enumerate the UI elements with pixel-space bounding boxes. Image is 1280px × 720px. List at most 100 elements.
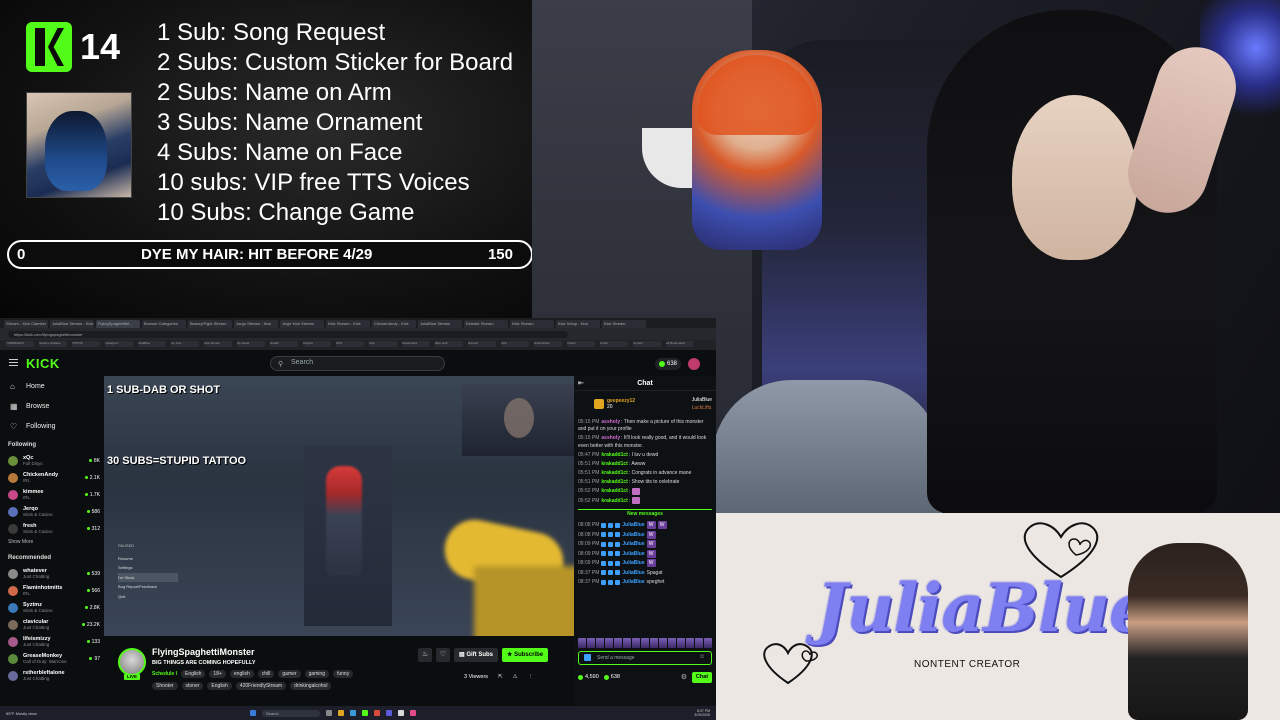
browser-tab[interactable]: Stream - Kick Clamber bbox=[4, 320, 48, 328]
collapse-chat-icon[interactable]: ⇤ bbox=[578, 379, 584, 387]
discord-icon[interactable] bbox=[386, 709, 392, 716]
video-player[interactable]: 1 SUB-DAB OR SHOT 30 SUBS=STUPID TATTOO … bbox=[104, 376, 574, 636]
streamer-name[interactable]: FlyingSpaghettiMonster bbox=[152, 647, 255, 657]
browser-tab[interactable]: Beauty/Fight Stream bbox=[188, 320, 232, 328]
message-user[interactable]: JuliaBlue bbox=[622, 579, 644, 585]
subscribe-button[interactable]: ★ Subscribe bbox=[502, 648, 549, 662]
bookmark-item[interactable]: Twitch bbox=[567, 341, 595, 347]
kicks-balance[interactable]: 638 bbox=[655, 358, 682, 370]
stream-tag[interactable]: english bbox=[229, 670, 254, 678]
stream-tag[interactable]: Shooter bbox=[152, 682, 178, 690]
message-user[interactable]: krakadd1ct bbox=[601, 452, 627, 458]
bookmark-item[interactable]: Kick bbox=[501, 341, 529, 347]
message-user[interactable]: JuliaBlue bbox=[622, 551, 644, 557]
browser-tab[interactable]: Kick Stream bbox=[510, 320, 554, 328]
browser-tab[interactable]: Kick Stream bbox=[602, 320, 646, 328]
stream-tag[interactable]: 18+ bbox=[209, 670, 226, 678]
gift-subs-button[interactable]: ▤ Gift Subs bbox=[454, 648, 499, 662]
message-user[interactable]: JuliaBlue bbox=[622, 560, 644, 566]
bell-icon[interactable]: ♨ bbox=[418, 648, 432, 662]
more-icon[interactable]: ⋮ bbox=[528, 674, 534, 680]
sidebar-channel[interactable]: xQc Full Disys 8K bbox=[0, 452, 104, 469]
browser-tab[interactable]: Browse Categories bbox=[142, 320, 186, 328]
weather-widget[interactable]: 65°F Mostly clear bbox=[0, 711, 60, 716]
browser-tab[interactable]: FlyingSpaghettiM... bbox=[96, 320, 140, 328]
bookmark-item[interactable]: Discord bbox=[468, 341, 496, 347]
share-icon[interactable]: ⇱ bbox=[498, 674, 503, 680]
bookmark-item[interactable]: My Ideas bbox=[237, 341, 265, 347]
stream-tag[interactable]: English bbox=[181, 670, 206, 678]
browser-tab[interactable]: Kick Stream - Kick bbox=[326, 320, 370, 328]
send-chat-button[interactable]: Chat bbox=[692, 671, 712, 683]
streamer-avatar[interactable] bbox=[118, 648, 146, 676]
emoji-icon[interactable]: ☺ bbox=[699, 654, 705, 660]
bookmark-item[interactable]: Streamlabs bbox=[402, 341, 430, 347]
sidebar-channel[interactable]: fresh Slots & Casino 312 bbox=[0, 520, 104, 537]
chat-message-input[interactable]: Send a message ☺ bbox=[578, 651, 712, 665]
stream-tag[interactable]: chill bbox=[257, 670, 275, 678]
sidebar-channel[interactable]: lifeismizzy Just Chatting 133 bbox=[0, 633, 104, 650]
message-user[interactable]: assholy bbox=[601, 419, 620, 425]
bookmark-item[interactable]: NKS bbox=[336, 341, 364, 347]
browser-tab[interactable]: Kick Setup - Kick bbox=[556, 320, 600, 328]
browser-tab[interactable]: Jeyje Kick Stream bbox=[280, 320, 324, 328]
task-view-icon[interactable] bbox=[326, 709, 332, 716]
category-link[interactable]: Schedule I bbox=[152, 671, 177, 677]
bookmark-item[interactable]: Dollarshave bbox=[534, 341, 562, 347]
stream-tag[interactable]: funny bbox=[332, 670, 354, 678]
emote-strip[interactable] bbox=[578, 638, 712, 648]
sidebar-channel[interactable]: kimmee IRL 1.7K bbox=[0, 486, 104, 503]
sidebar-channel[interactable]: Jerqo Slots & Casino 586 bbox=[0, 503, 104, 520]
message-user[interactable]: krakadd1ct bbox=[601, 461, 627, 467]
bookmark-item[interactable]: Stream Updates bbox=[39, 341, 67, 347]
browser-tab[interactable]: Jorgo Stream - Kick bbox=[234, 320, 278, 328]
stream-tag[interactable]: gamer bbox=[278, 670, 301, 678]
browser-tab[interactable]: Kickslie Stream bbox=[464, 320, 508, 328]
taskbar-search[interactable]: Search bbox=[262, 709, 320, 717]
start-icon[interactable] bbox=[250, 709, 256, 716]
bookmark-item[interactable]: Reddit bbox=[270, 341, 298, 347]
sidebar-channel[interactable]: Syztmz Slots & Casino 2.8K bbox=[0, 599, 104, 616]
message-user[interactable]: krakadd1ct bbox=[601, 479, 627, 485]
user-avatar[interactable] bbox=[688, 358, 700, 370]
browser-tab[interactable]: JuliaBlue Stream bbox=[418, 320, 462, 328]
kick-wordmark[interactable]: KICK bbox=[26, 356, 60, 371]
taskbar-clock[interactable]: 8:37 PM 3/29/2025 bbox=[694, 709, 716, 717]
bookmark-item[interactable]: JuliaBlue bbox=[138, 341, 166, 347]
message-user[interactable]: JuliaBlue bbox=[622, 541, 644, 547]
stream-tag[interactable]: 420FriendlyStream bbox=[235, 682, 287, 690]
gear-icon[interactable]: ⚙ bbox=[681, 673, 687, 681]
message-user[interactable]: krakadd1ct bbox=[601, 498, 627, 504]
edge-icon[interactable] bbox=[350, 709, 356, 716]
bookmark-item[interactable]: Kick Stream bbox=[204, 341, 232, 347]
sidebar-channel[interactable]: ChickenAndy IRL 2.1K bbox=[0, 469, 104, 486]
folder-icon[interactable] bbox=[338, 709, 344, 716]
message-user[interactable]: JuliaBlue bbox=[622, 570, 644, 576]
sidebar-channel[interactable]: Flaminhotmitts IRL 566 bbox=[0, 582, 104, 599]
message-user[interactable]: JuliaBlue bbox=[622, 532, 644, 538]
sidebar-channel[interactable]: rstherbleftalone Just Chatting bbox=[0, 667, 104, 684]
url-input[interactable]: https://kick.com/flyingspaghettimonster bbox=[8, 330, 568, 338]
browser-tab[interactable]: ChickenAndy - Kick bbox=[372, 320, 416, 328]
app-icon[interactable] bbox=[362, 709, 368, 716]
search-input[interactable]: ⚲ Search bbox=[270, 356, 445, 371]
hamburger-menu-icon[interactable] bbox=[9, 359, 18, 360]
bookmark-item[interactable]: All Bookmarks bbox=[666, 341, 694, 347]
app-icon[interactable] bbox=[410, 709, 416, 716]
app-icon[interactable] bbox=[374, 709, 380, 716]
bookmark-item[interactable]: Blue stuff bbox=[435, 341, 463, 347]
heart-icon[interactable]: ♡ bbox=[436, 648, 450, 662]
stream-tag[interactable]: English bbox=[207, 682, 232, 690]
message-user[interactable]: assholy bbox=[601, 435, 620, 441]
bookmark-item[interactable]: Kick bbox=[369, 341, 397, 347]
stream-tag[interactable]: gaming bbox=[304, 670, 329, 678]
bookmark-item[interactable]: Current bbox=[633, 341, 661, 347]
browser-tab[interactable]: JuliaBlue Stream - Kick bbox=[50, 320, 94, 328]
sidebar-channel[interactable]: GreaseMonkey Call of Duty: Warzone 97 bbox=[0, 650, 104, 667]
stream-tag[interactable]: stoner bbox=[181, 682, 204, 690]
nav-home[interactable]: ⌂ Home bbox=[0, 376, 104, 396]
nav-following[interactable]: ♡ Following bbox=[0, 416, 104, 436]
bookmark-item[interactable]: Plugins bbox=[303, 341, 331, 347]
sidebar-channel[interactable]: whatever Just Chatting 539 bbox=[0, 565, 104, 582]
bookmark-item[interactable]: Dollar bbox=[600, 341, 628, 347]
